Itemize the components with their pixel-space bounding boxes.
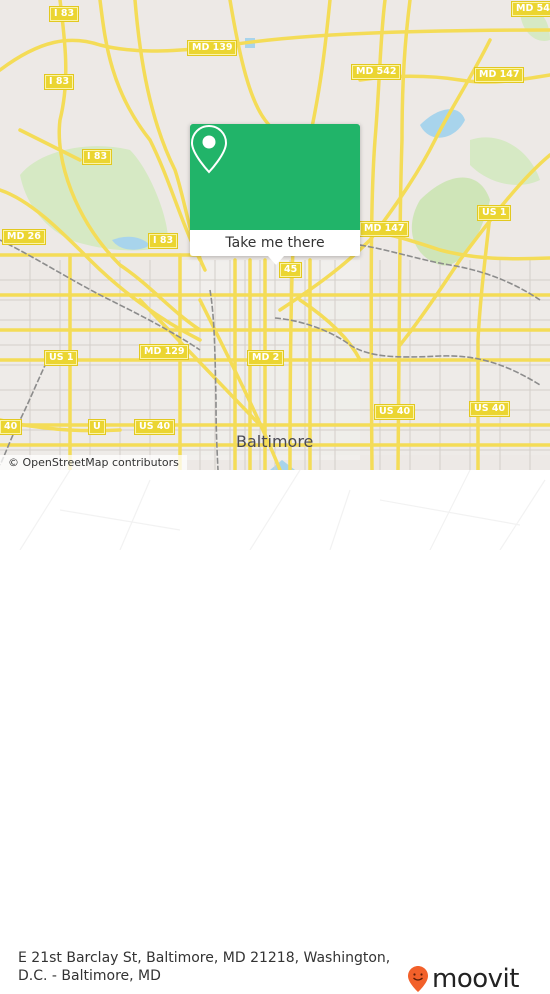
road-shield: US 40 bbox=[470, 402, 510, 416]
destination-popup[interactable]: Take me there bbox=[190, 124, 360, 265]
road-shield: 40 bbox=[0, 420, 22, 434]
take-me-there-button[interactable]: Take me there bbox=[190, 230, 360, 256]
road-shield: MD 542 bbox=[352, 65, 401, 79]
map-attribution[interactable]: © OpenStreetMap contributors bbox=[0, 455, 187, 470]
road-shield: I 83 bbox=[50, 7, 79, 21]
road-shield: I 83 bbox=[83, 150, 112, 164]
road-shield: US 1 bbox=[478, 206, 511, 220]
road-shield: US 40 bbox=[135, 420, 175, 434]
road-shield: MD 139 bbox=[188, 41, 237, 55]
footer-background-pattern bbox=[19, 470, 546, 550]
road-shield: MD 147 bbox=[475, 68, 524, 82]
road-shield: MD 2 bbox=[248, 351, 284, 365]
road-shield: MD 129 bbox=[140, 345, 189, 359]
road-shield: MD 542 bbox=[512, 2, 550, 16]
popup-pointer bbox=[268, 256, 284, 265]
moovit-logo[interactable]: moovit bbox=[407, 964, 519, 994]
city-label: Baltimore bbox=[236, 432, 314, 451]
road-shield: MD 26 bbox=[3, 230, 45, 244]
location-pin-icon bbox=[190, 124, 228, 174]
address-text: E 21st Barclay St, Baltimore, MD 21218, … bbox=[18, 950, 391, 984]
map-view[interactable]: I 83 MD 139 MD 542 MD 147 I 83 MD 542 I … bbox=[0, 0, 550, 470]
road-shield: I 83 bbox=[149, 234, 178, 248]
road-shield: 45 bbox=[280, 263, 302, 277]
footer: E 21st Barclay St, Baltimore, MD 21218, … bbox=[0, 470, 550, 994]
road-shield: MD 147 bbox=[360, 222, 409, 236]
road-shield: US 1 bbox=[45, 351, 78, 365]
road-shield: U bbox=[89, 420, 105, 434]
popup-header[interactable] bbox=[190, 124, 360, 230]
road-shield: I 83 bbox=[45, 75, 74, 89]
moovit-pin-icon bbox=[408, 966, 428, 992]
road-shield: US 40 bbox=[375, 405, 415, 419]
brand-name: moovit bbox=[432, 964, 519, 994]
